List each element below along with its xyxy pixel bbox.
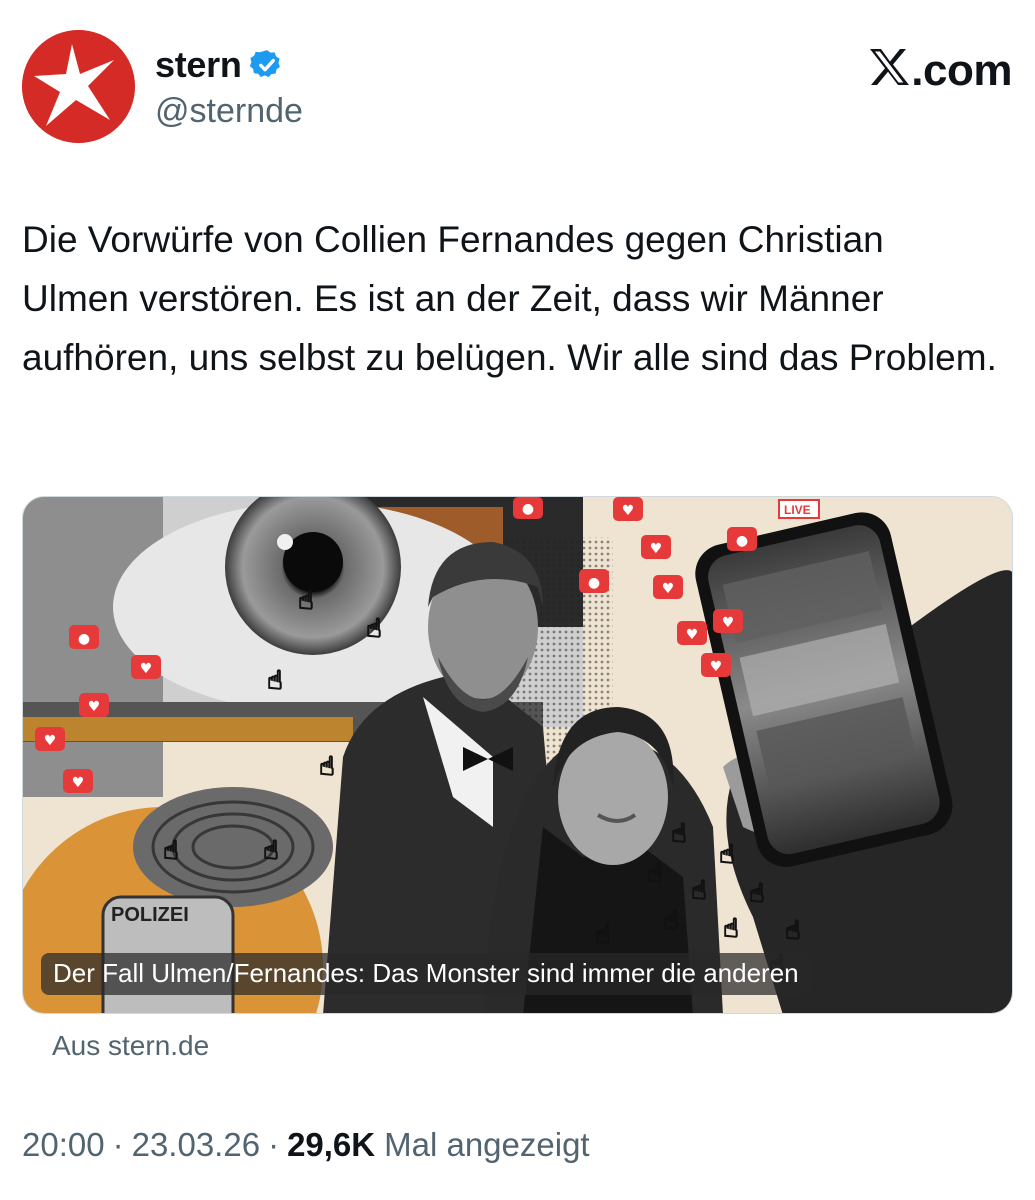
stern-star-logo-icon	[22, 30, 135, 143]
svg-text:☝: ☝	[263, 836, 279, 866]
account-handle[interactable]: @sternde	[155, 92, 303, 131]
views-count[interactable]: 29,6K	[287, 1126, 375, 1164]
svg-text:●: ●	[588, 575, 600, 591]
svg-text:☝: ☝	[785, 916, 801, 946]
link-card[interactable]: POLIZEI LIVE ● ♥ ♥ ● ♥ ♥ ♥ ♥ ● ● ♥ ♥ ♥ ♥…	[22, 496, 1013, 1014]
svg-text:♥: ♥	[650, 541, 663, 557]
svg-text:♥: ♥	[622, 503, 635, 519]
svg-text:♥: ♥	[88, 699, 101, 715]
separator-dot: ·	[112, 1126, 124, 1163]
svg-text:☝: ☝	[719, 840, 735, 870]
tweet-time[interactable]: 20:00	[22, 1126, 105, 1164]
svg-text:♥: ♥	[140, 661, 153, 677]
tweet-text: Die Vorwürfe von Collien Fernandes gegen…	[22, 219, 997, 378]
police-badge-text: POLIZEI	[111, 904, 189, 926]
svg-text:♥: ♥	[686, 627, 699, 643]
x-logo-icon	[870, 49, 910, 85]
svg-text:☝: ☝	[163, 836, 179, 866]
svg-text:●: ●	[736, 533, 748, 549]
svg-text:●: ●	[78, 631, 90, 647]
svg-text:♥: ♥	[72, 775, 85, 791]
svg-text:☝: ☝	[319, 752, 335, 782]
svg-text:☝: ☝	[647, 859, 663, 889]
views-label: Mal angezeigt	[384, 1126, 590, 1163]
svg-text:☝: ☝	[691, 876, 707, 906]
tweet-date[interactable]: 23.03.26	[132, 1126, 260, 1164]
display-name[interactable]: stern	[155, 44, 242, 86]
svg-text:♥: ♥	[44, 733, 57, 749]
svg-text:●: ●	[522, 501, 534, 517]
live-badge-text: LIVE	[784, 503, 811, 517]
svg-text:☝: ☝	[671, 819, 687, 849]
svg-text:☝: ☝	[663, 906, 679, 936]
svg-text:☝: ☝	[267, 666, 283, 696]
svg-text:☝: ☝	[298, 586, 314, 616]
svg-text:♥: ♥	[662, 581, 675, 597]
card-caption: Der Fall Ulmen/Fernandes: Das Monster si…	[41, 953, 811, 995]
card-source-link[interactable]: Aus stern.de	[52, 1030, 209, 1062]
svg-text:☝: ☝	[749, 879, 765, 909]
tweet-header: stern @sternde .com	[22, 30, 1012, 150]
platform-brand: .com	[869, 46, 1012, 96]
platform-label: .com	[911, 46, 1012, 95]
svg-text:♥: ♥	[722, 615, 735, 631]
account-avatar[interactable]	[22, 30, 135, 143]
svg-text:☝: ☝	[366, 614, 382, 644]
tweet-meta: 20:00 · 23.03.26 · 29,6K Mal angezeigt	[22, 1126, 590, 1164]
svg-text:♥: ♥	[710, 659, 723, 675]
svg-text:☝: ☝	[595, 920, 611, 950]
verified-badge-icon	[249, 50, 280, 78]
name-row: stern	[155, 44, 284, 86]
svg-text:☝: ☝	[723, 914, 739, 944]
article-image: POLIZEI LIVE ● ♥ ♥ ● ♥ ♥ ♥ ♥ ● ● ♥ ♥ ♥ ♥…	[23, 497, 1012, 1013]
separator-dot: ·	[268, 1126, 280, 1163]
